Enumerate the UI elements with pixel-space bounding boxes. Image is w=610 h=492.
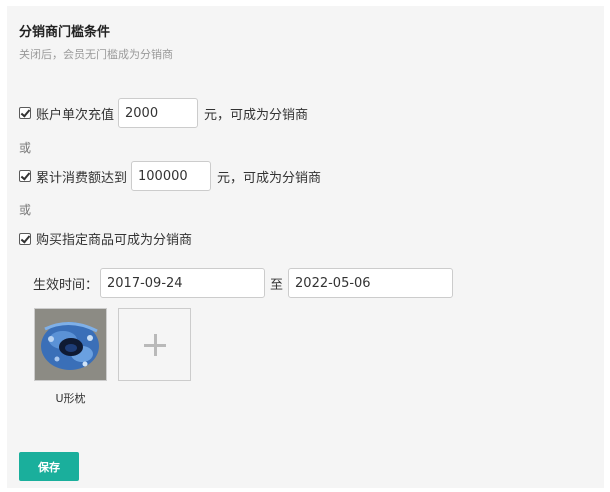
add-product-button[interactable] <box>118 308 191 381</box>
start-date-input[interactable] <box>100 268 266 298</box>
plus-icon <box>143 333 166 356</box>
or-separator-2: 或 <box>19 203 32 217</box>
save-button[interactable]: 保存 <box>19 452 79 481</box>
recharge-checkbox[interactable] <box>19 107 31 119</box>
validity-period: 生效时间： 至 <box>33 268 454 298</box>
validity-label: 生效时间： <box>33 277 99 293</box>
distributor-threshold-panel: 分销商门槛条件 关闭后，会员无门槛成为分销商 账户单次充值 元，可成为分销商 或… <box>7 6 604 488</box>
cumulative-spend-input[interactable] <box>131 161 212 191</box>
recharge-suffix: 元，可成为分销商 <box>204 107 309 123</box>
section-subtitle: 关闭后，会员无门槛成为分销商 <box>19 48 173 61</box>
purchase-product-label: 购买指定商品可成为分销商 <box>36 233 193 248</box>
purchase-product-checkbox[interactable] <box>19 232 31 245</box>
cumulative-spend-label: 累计消费额达到 <box>36 170 128 186</box>
condition-recharge: 账户单次充值 元，可成为分销商 <box>19 98 308 128</box>
section-title: 分销商门槛条件 <box>19 25 111 40</box>
u-pillow-image <box>34 308 107 381</box>
recharge-amount-input[interactable] <box>118 98 199 128</box>
condition-cumulative-spend: 累计消费额达到 元，可成为分销商 <box>19 161 321 191</box>
u-pillow-illustration <box>35 309 106 380</box>
cumulative-spend-suffix: 元，可成为分销商 <box>217 170 322 186</box>
recharge-label: 账户单次充值 <box>36 107 115 123</box>
end-date-input[interactable] <box>288 268 454 298</box>
date-separator: 至 <box>270 277 284 293</box>
or-separator-1: 或 <box>19 141 32 155</box>
product-item[interactable]: U形枕 <box>34 308 107 406</box>
condition-purchase-product: 购买指定商品可成为分销商 <box>19 229 192 248</box>
product-name: U形枕 <box>55 392 86 405</box>
cumulative-spend-checkbox[interactable] <box>19 170 31 182</box>
